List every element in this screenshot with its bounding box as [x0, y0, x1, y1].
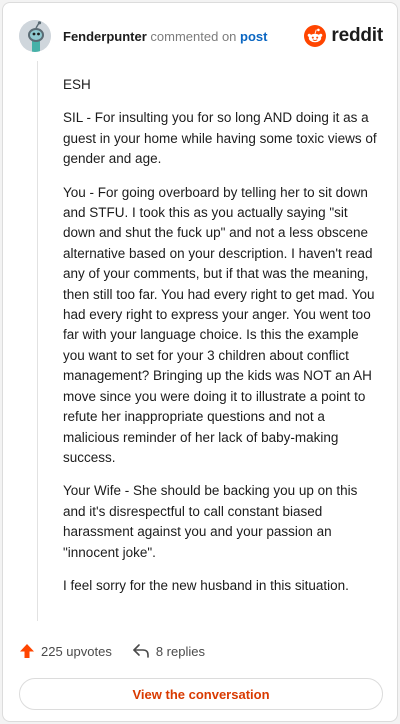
comment-paragraph: I feel sorry for the new husband in this… — [63, 577, 349, 593]
replies-button[interactable]: 8 replies — [132, 643, 205, 659]
action-text: commented on — [150, 28, 237, 44]
comment-paragraph: SIL - For insulting you for so long AND … — [63, 110, 377, 167]
comment-actions: 225 upvotes 8 replies — [19, 643, 205, 659]
reddit-brand[interactable]: reddit — [304, 25, 383, 47]
reddit-wordmark: reddit — [331, 25, 383, 46]
upvote-button[interactable]: 225 upvotes — [19, 643, 112, 659]
comment-paragraph: Your Wife - She should be backing you up… — [63, 483, 358, 560]
view-conversation-button[interactable]: View the conversation — [19, 678, 383, 710]
snoo-avatar-icon — [19, 20, 51, 52]
replies-count: 8 replies — [155, 643, 205, 659]
post-link[interactable]: post — [240, 29, 267, 44]
upvote-arrow-icon — [20, 644, 34, 658]
reddit-logo-icon — [304, 25, 327, 47]
username-link[interactable]: Fenderpunter — [63, 29, 147, 44]
thread-line — [37, 61, 38, 621]
user-avatar[interactable] — [19, 20, 51, 52]
comment-header: Fenderpunter commented on post reddit — [19, 19, 383, 53]
upvote-count: 225 upvotes — [41, 643, 112, 659]
reply-arrow-icon — [133, 644, 149, 658]
comment-meta: Fenderpunter commented on post — [63, 29, 304, 44]
comment-body: ESH SIL - For insulting you for so long … — [63, 75, 377, 609]
comment-paragraph: ESH — [63, 77, 91, 92]
comment-embed-card: Fenderpunter commented on post reddit ES… — [2, 2, 398, 722]
comment-paragraph: You - For going overboard by telling her… — [63, 184, 375, 465]
